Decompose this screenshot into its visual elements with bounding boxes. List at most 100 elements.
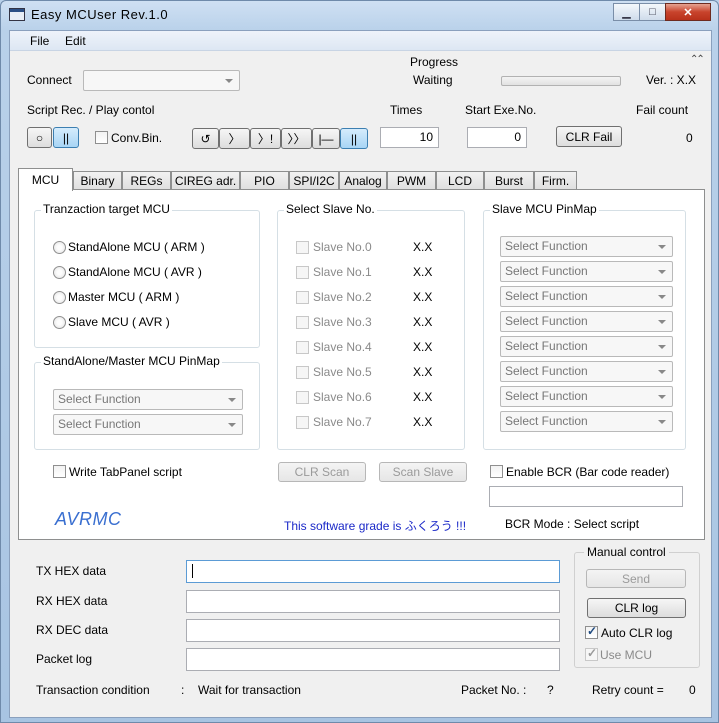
slave-label: Slave No.5 <box>313 365 372 379</box>
transaction-condition-label: Transaction condition <box>36 683 150 697</box>
rx-hex-label: RX HEX data <box>36 594 108 608</box>
pause-record-button[interactable]: || <box>53 127 79 148</box>
progress-bar <box>501 76 621 86</box>
master-pinmap-select-2[interactable]: Select Function <box>53 414 243 435</box>
slave-label: Slave No.4 <box>313 340 372 354</box>
slave-version: X.X <box>413 240 433 254</box>
close-button[interactable]: ✕ <box>665 3 711 21</box>
collapse-icon[interactable]: ⌃⌃ <box>690 54 705 65</box>
packet-log-output[interactable] <box>186 648 560 671</box>
enable-bcr-label: Enable BCR (Bar code reader) <box>506 465 670 479</box>
tab-spi-i2c[interactable]: SPI/I2C <box>289 171 339 190</box>
tx-hex-input[interactable] <box>186 560 560 583</box>
slave-version: X.X <box>413 340 433 354</box>
slave-label: Slave No.3 <box>313 315 372 329</box>
clr-fail-button[interactable]: CLR Fail <box>556 126 622 147</box>
replay-button[interactable]: ↺ <box>192 128 219 149</box>
enable-bcr-checkbox[interactable] <box>490 465 503 478</box>
version-label: Ver. : X.X <box>646 73 697 87</box>
scan-slave-button[interactable]: Scan Slave <box>379 462 467 482</box>
tab-analog[interactable]: Analog <box>339 171 387 190</box>
slave-label: Slave No.7 <box>313 415 372 429</box>
go-start-button[interactable]: |— <box>312 128 340 149</box>
radio-slave-avr[interactable] <box>53 316 66 329</box>
use-mcu-checkbox[interactable] <box>585 646 598 661</box>
tab-pwm[interactable]: PWM <box>387 171 436 190</box>
record-button[interactable]: ○ <box>27 127 52 148</box>
slave-pinmap-select[interactable]: Select Function <box>500 311 673 332</box>
auto-clr-log-checkbox[interactable] <box>585 624 598 639</box>
slave-checkbox[interactable] <box>296 366 309 379</box>
slave-pinmap-select[interactable]: Select Function <box>500 286 673 307</box>
pause-play-button[interactable]: || <box>340 128 368 149</box>
connect-select[interactable] <box>83 70 240 91</box>
minimize-button[interactable]: ▁ <box>613 3 640 21</box>
menu-bar: File Edit <box>10 31 711 51</box>
slave-checkbox[interactable] <box>296 291 309 304</box>
radio-standalone-avr[interactable] <box>53 266 66 279</box>
manual-control-title: Manual control <box>584 545 669 559</box>
slave-checkbox[interactable] <box>296 416 309 429</box>
connect-label: Connect <box>27 73 72 87</box>
radio-slave-avr-label: Slave MCU ( AVR ) <box>68 315 170 329</box>
maximize-button[interactable]: □ <box>639 3 666 21</box>
slave-pinmap-select[interactable]: Select Function <box>500 261 673 282</box>
radio-standalone-arm[interactable] <box>53 241 66 254</box>
tab-binary[interactable]: Binary <box>73 171 122 190</box>
tab-firm[interactable]: Firm. <box>534 171 577 190</box>
slave-version: X.X <box>413 290 433 304</box>
rx-dec-output[interactable] <box>186 619 560 642</box>
send-button[interactable]: Send <box>586 569 686 588</box>
transaction-colon: : <box>181 683 185 697</box>
conv-bin-checkbox[interactable] <box>95 131 108 144</box>
fast-forward-button[interactable]: 〉〉 <box>281 128 312 149</box>
play-button[interactable]: 〉 <box>219 128 250 149</box>
fail-count-value: 0 <box>686 131 693 145</box>
bcr-input[interactable] <box>489 486 683 507</box>
slave-pinmap-select[interactable]: Select Function <box>500 236 673 257</box>
rx-dec-label: RX DEC data <box>36 623 109 637</box>
clr-scan-button[interactable]: CLR Scan <box>278 462 366 482</box>
slave-version: X.X <box>413 365 433 379</box>
rx-hex-output[interactable] <box>186 590 560 613</box>
tab-strip: MCU Binary REGs CIREG adr. PIO SPI/I2C A… <box>18 168 708 191</box>
slave-select-title: Select Slave No. <box>284 202 377 216</box>
menu-edit[interactable]: Edit <box>65 34 86 48</box>
slave-pinmap-select[interactable]: Select Function <box>500 386 673 407</box>
retry-count-label: Retry count = <box>592 683 664 697</box>
slave-checkbox[interactable] <box>296 391 309 404</box>
tab-pio[interactable]: PIO <box>240 171 289 190</box>
start-exe-input[interactable]: 0 <box>467 127 527 148</box>
main-window: Easy MCUser Rev.1.0 ▁ □ ✕ File Edit Conn… <box>0 0 719 723</box>
radio-master-arm[interactable] <box>53 291 66 304</box>
tab-cireg-adr[interactable]: CIREG adr. <box>171 171 240 190</box>
script-label: Script Rec. / Play contol <box>27 103 155 117</box>
tab-lcd[interactable]: LCD <box>436 171 484 190</box>
menu-file[interactable]: File <box>30 34 49 48</box>
slave-checkbox[interactable] <box>296 266 309 279</box>
transaction-status: Wait for transaction <box>198 683 301 697</box>
slave-checkbox[interactable] <box>296 241 309 254</box>
bcr-mode-text: BCR Mode : Select script <box>505 517 640 531</box>
radio-standalone-avr-label: StandAlone MCU ( AVR ) <box>68 265 202 279</box>
avrmc-logo: AVRMC <box>55 509 122 529</box>
slave-pinmap-select[interactable]: Select Function <box>500 336 673 357</box>
slave-version: X.X <box>413 315 433 329</box>
master-pinmap-select-1[interactable]: Select Function <box>53 389 243 410</box>
progress-status: Waiting <box>413 73 453 87</box>
target-mcu-title: Tranzaction target MCU <box>41 202 172 216</box>
title-bar[interactable]: Easy MCUser Rev.1.0 ▁ □ ✕ <box>1 1 718 29</box>
play-step-button[interactable]: 〉! <box>250 128 281 149</box>
write-tab-script-checkbox[interactable] <box>53 465 66 478</box>
times-input[interactable]: 10 <box>380 127 439 148</box>
tab-mcu[interactable]: MCU <box>18 168 73 191</box>
slave-pinmap-select[interactable]: Select Function <box>500 361 673 382</box>
tab-burst[interactable]: Burst <box>484 171 534 190</box>
tab-regs[interactable]: REGs <box>122 171 171 190</box>
radio-standalone-arm-label: StandAlone MCU ( ARM ) <box>68 240 205 254</box>
clr-log-button[interactable]: CLR log <box>587 598 686 618</box>
slave-checkbox[interactable] <box>296 341 309 354</box>
retry-count-value: 0 <box>689 683 696 697</box>
slave-checkbox[interactable] <box>296 316 309 329</box>
slave-pinmap-select[interactable]: Select Function <box>500 411 673 432</box>
